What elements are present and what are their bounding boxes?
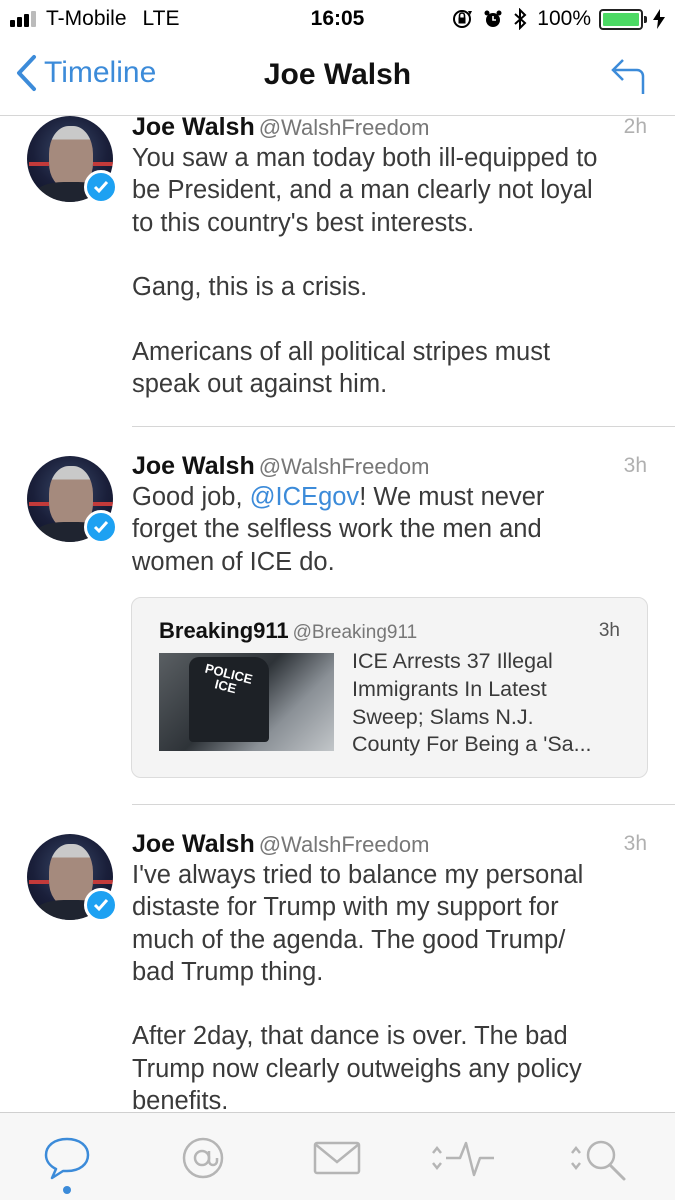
search-icon xyxy=(571,1140,626,1181)
quoted-handle: @Breaking911 xyxy=(292,622,418,643)
tweet-line: to this country's best interests. xyxy=(132,208,475,237)
author-name[interactable]: Joe Walsh xyxy=(132,113,255,141)
tweet-line: After 2day, that dance is over. The bad xyxy=(132,1022,568,1051)
rotation-lock-icon xyxy=(453,10,473,28)
author-handle[interactable]: @WalshFreedom xyxy=(259,454,430,479)
page-title: Joe Walsh xyxy=(263,58,412,91)
tweet-text: Good job, @ICEgov! We must never forget … xyxy=(132,481,652,578)
reply-arrow-icon xyxy=(611,59,645,94)
verified-badge-icon xyxy=(84,510,118,544)
tweet-header: Joe Walsh @WalshFreedom xyxy=(132,830,429,859)
tweet-timestamp: 3h xyxy=(623,832,647,855)
tweet-line: women of ICE do. xyxy=(132,547,335,576)
tweet-line: be President, and a man clearly not loya… xyxy=(132,176,593,205)
tweet-divider xyxy=(132,426,675,427)
reply-button[interactable] xyxy=(609,54,649,101)
tweet-line: bad Trump thing. xyxy=(132,957,324,986)
author-handle[interactable]: @WalshFreedom xyxy=(259,115,430,140)
charging-bolt-icon xyxy=(653,9,665,29)
alarm-icon xyxy=(484,10,502,27)
tweet-timestamp: 3h xyxy=(623,454,647,477)
tweet-line: forget the selfless work the men and xyxy=(132,515,542,544)
tweet-timestamp: 2h xyxy=(623,115,647,138)
tweet-line: Trump now clearly outweighs any policy xyxy=(132,1054,582,1083)
tweet-line: I've always tried to balance my personal xyxy=(132,861,584,889)
tab-mentions[interactable] xyxy=(178,1133,228,1183)
tweet-line: Good job, @ICEgov! We must never xyxy=(132,483,545,511)
verified-badge-icon xyxy=(84,888,118,922)
tweet-line: speak out against him. xyxy=(132,370,388,399)
author-name[interactable]: Joe Walsh xyxy=(132,452,255,480)
battery-icon xyxy=(599,8,647,30)
tweet-line: Americans of all political stripes must xyxy=(132,337,551,366)
quoted-tweet-card[interactable]: Breaking911 @Breaking911 3h POLICE ICE ICE… xyxy=(131,597,648,778)
bluetooth-icon xyxy=(514,8,527,30)
tweet-divider xyxy=(132,804,675,805)
tweet-line: Gang, this is a crisis. xyxy=(132,273,368,302)
tweet-header: Joe Walsh @WalshFreedom xyxy=(132,452,429,481)
at-sign-icon xyxy=(182,1137,224,1179)
tweet-text: You saw a man today both ill-equipped to… xyxy=(132,142,652,400)
tweet-line: distaste for Trump with my support for xyxy=(132,893,559,922)
active-tab-indicator xyxy=(63,1186,71,1194)
quoted-timestamp: 3h xyxy=(598,620,620,641)
verified-badge-icon xyxy=(84,170,118,204)
status-right: 100% xyxy=(451,7,665,31)
tab-bar xyxy=(0,1112,675,1200)
tab-timeline[interactable] xyxy=(42,1133,92,1183)
tab-activity[interactable] xyxy=(428,1133,498,1183)
tab-search[interactable] xyxy=(568,1133,634,1183)
activity-icon xyxy=(432,1141,494,1177)
mention-link[interactable]: @ICEgov xyxy=(250,483,360,511)
envelope-icon xyxy=(313,1141,361,1175)
battery-percent: 100% xyxy=(537,7,591,30)
tweet-line: much of the agenda. The good Trump/ xyxy=(132,925,566,954)
quoted-text: ICE Arrests 37 Illegal Immigrants In Lat… xyxy=(352,649,592,757)
navigation-bar: Timeline Joe Walsh xyxy=(0,38,675,116)
quoted-image[interactable]: POLICE ICE xyxy=(159,653,334,751)
quoted-author: Breaking911 @Breaking911 xyxy=(159,618,418,643)
author-name[interactable]: Joe Walsh xyxy=(132,830,255,858)
tweet-text: I've always tried to balance my personal… xyxy=(132,859,652,1117)
tweet-line: You saw a man today both ill-equipped to xyxy=(132,144,598,172)
tab-messages[interactable] xyxy=(312,1133,362,1183)
tweet-header: Joe Walsh @WalshFreedom xyxy=(132,113,429,142)
status-bar: T-Mobile LTE 16:05 100% xyxy=(0,0,675,38)
speech-bubble-icon xyxy=(44,1137,90,1180)
author-handle[interactable]: @WalshFreedom xyxy=(259,832,430,857)
